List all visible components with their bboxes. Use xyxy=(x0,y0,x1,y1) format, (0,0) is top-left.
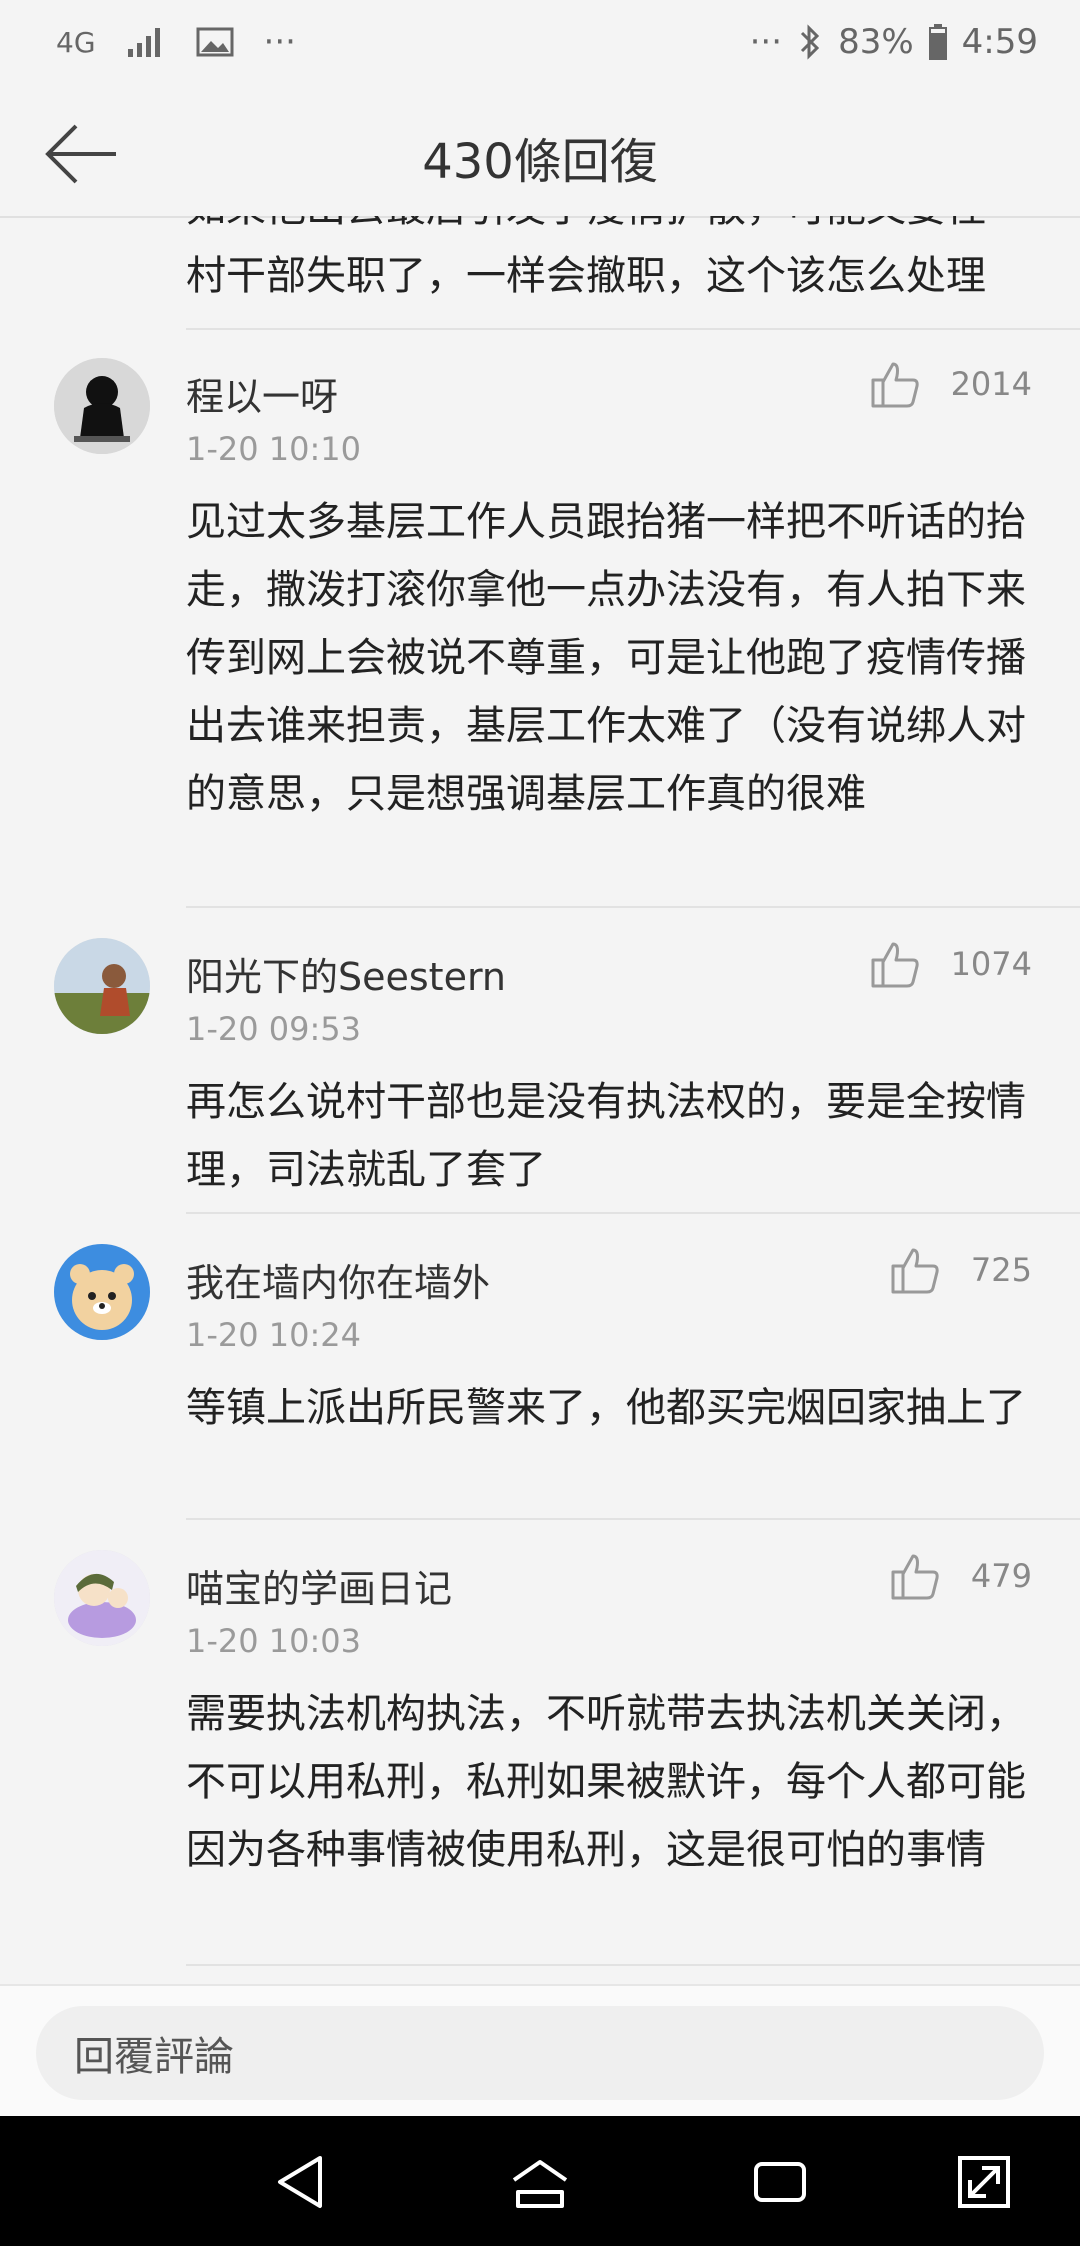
header: 430條回復 xyxy=(0,92,1080,218)
avatar-black-figure-icon[interactable] xyxy=(54,358,150,454)
comment-text: 等镇上派出所民警来了，他都买完烟回家抽上了 xyxy=(186,1385,1026,1431)
divider xyxy=(186,1964,1080,1966)
comment-text: 见过太多基层工作人员跟抬猪一样把不听话的抬走，撒泼打滚你拿他一点办法没有，有人拍… xyxy=(186,499,1026,817)
like-count: 725 xyxy=(970,1251,1032,1289)
like-button[interactable]: 1074 xyxy=(869,938,1032,990)
comment-username[interactable]: 程以一呀 xyxy=(186,366,338,421)
thumbs-up-icon xyxy=(871,942,919,988)
like-button[interactable]: 479 xyxy=(889,1550,1032,1602)
divider xyxy=(186,906,1080,908)
signal-icon xyxy=(126,25,166,59)
comment-text: 再怎么说村干部也是没有执法权的，要是全按情理，司法就乱了套了 xyxy=(186,1079,1026,1193)
nav-expand-icon[interactable] xyxy=(952,2150,1016,2214)
comment-time: 1-20 10:10 xyxy=(186,430,362,468)
thumbs-up-icon xyxy=(871,362,919,408)
like-button[interactable]: 725 xyxy=(889,1244,1032,1296)
battery-percent: 83% xyxy=(838,22,914,62)
comment-username[interactable]: 喵宝的学画日记 xyxy=(186,1558,452,1613)
partial-comment-line: 如果他出去最后引发了疫情扩散，可能又要怪 xyxy=(186,216,1040,242)
comment-username[interactable]: 我在墙内你在墙外 xyxy=(186,1252,490,1307)
like-count: 1074 xyxy=(950,945,1032,983)
comment-text: 需要执法机构执法，不听就带去执法机关关闭，不可以用私刑，私刑如果被默许，每个人都… xyxy=(186,1691,1026,1873)
divider xyxy=(186,1212,1080,1214)
thumbs-up-icon xyxy=(891,1554,939,1600)
more-status-icon: ··· xyxy=(749,22,783,62)
nav-recents-icon[interactable] xyxy=(748,2150,812,2214)
divider xyxy=(186,1518,1080,1520)
page-title: 430條回復 xyxy=(422,134,658,190)
like-count: 479 xyxy=(970,1557,1032,1595)
thumbs-up-icon xyxy=(891,1248,939,1294)
bluetooth-icon xyxy=(796,24,824,60)
reply-bar: 回覆評論 xyxy=(0,1984,1080,2118)
like-button[interactable]: 2014 xyxy=(869,358,1032,410)
status-bar: 4G ··· ··· 83% 4:59 xyxy=(0,0,1080,92)
comment-time: 1-20 10:03 xyxy=(186,1622,362,1660)
nav-back-icon[interactable] xyxy=(268,2150,332,2214)
comment-username[interactable]: 阳光下的Seestern xyxy=(186,946,506,1001)
system-nav-bar xyxy=(0,2116,1080,2246)
comment-time: 1-20 09:53 xyxy=(186,1010,362,1048)
avatar-photo-icon[interactable] xyxy=(54,938,150,1034)
divider xyxy=(186,328,1080,330)
partial-comment-line: 村干部失职了，一样会撤职，这个该怎么处理 xyxy=(186,253,986,299)
comment-list[interactable]: 如果他出去最后引发了疫情扩散，可能又要怪 村干部失职了，一样会撤职，这个该怎么处… xyxy=(0,216,1080,1984)
network-icon: 4G xyxy=(56,25,96,59)
more-notifications-icon: ··· xyxy=(263,22,296,62)
clock: 4:59 xyxy=(961,22,1038,62)
battery-icon xyxy=(928,23,948,61)
reply-input[interactable]: 回覆評論 xyxy=(36,2006,1044,2100)
avatar-drawing-icon[interactable] xyxy=(54,1550,150,1646)
like-count: 2014 xyxy=(950,365,1032,403)
nav-home-icon[interactable] xyxy=(508,2150,572,2214)
image-icon xyxy=(196,26,234,58)
comment-time: 1-20 10:24 xyxy=(186,1316,362,1354)
avatar-bear-icon[interactable] xyxy=(54,1244,150,1340)
